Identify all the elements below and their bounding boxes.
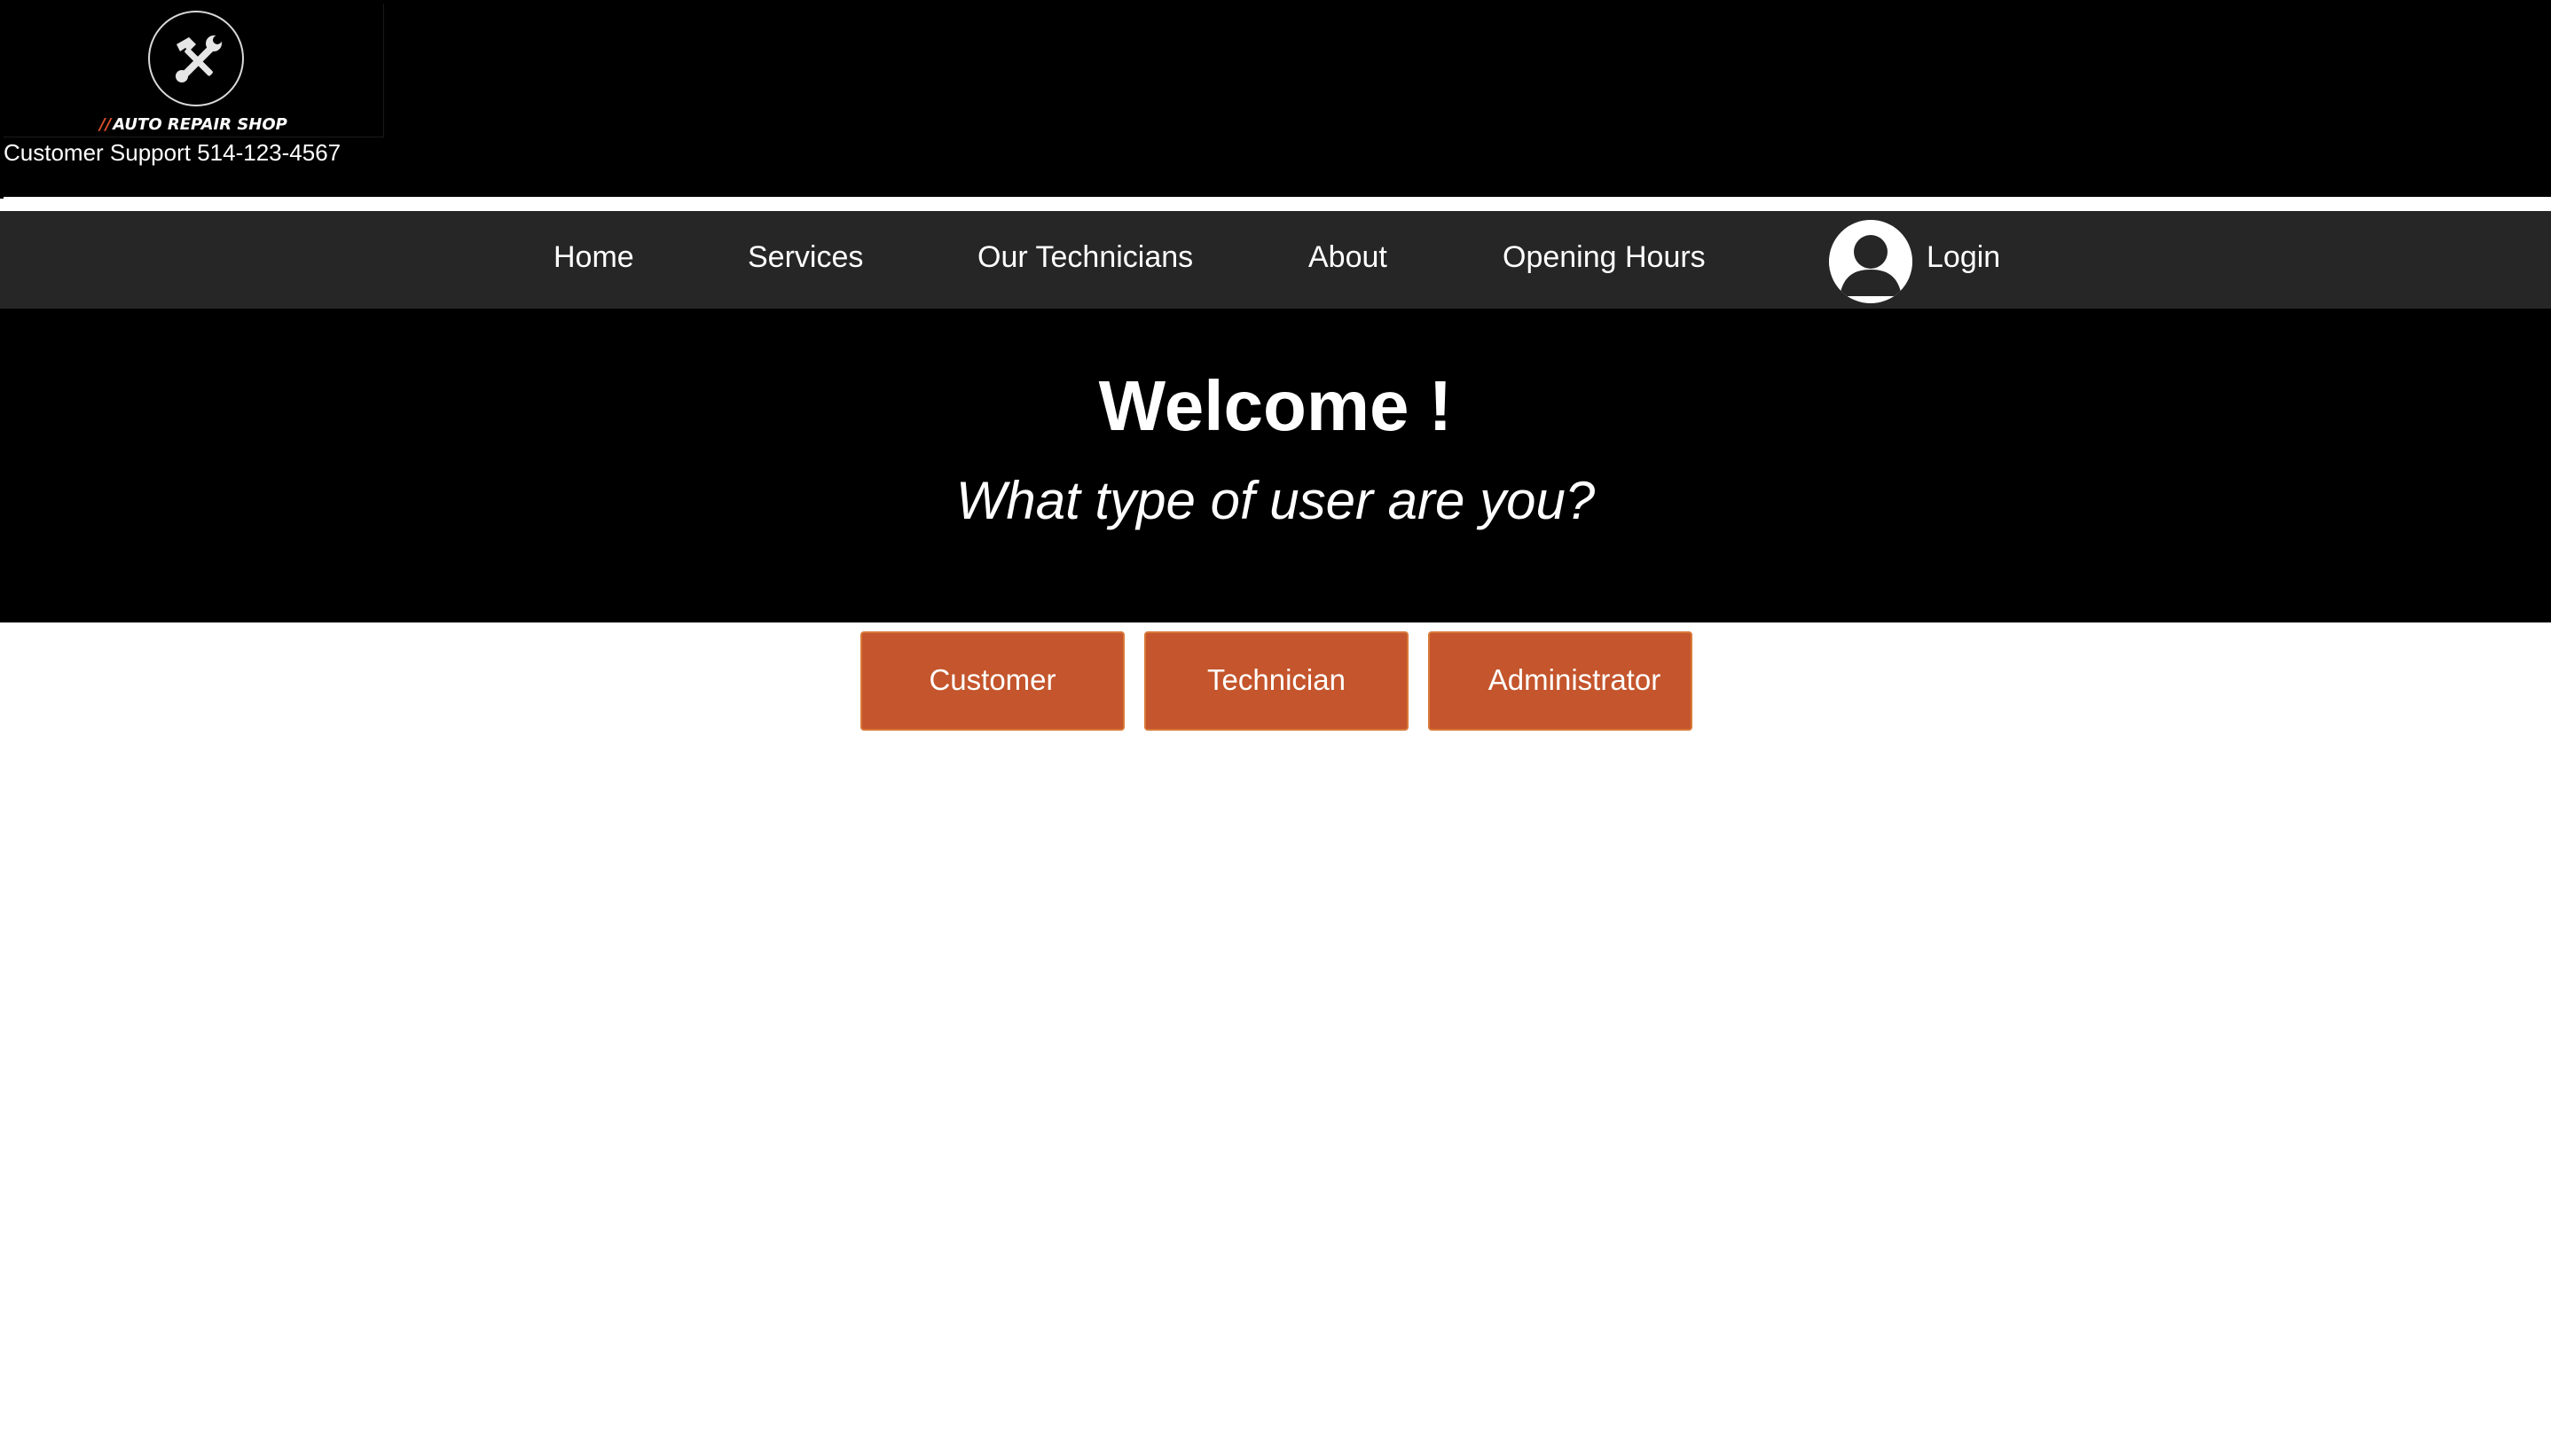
nav-services[interactable]: Services	[748, 211, 863, 309]
hammer-wrench-icon	[176, 35, 222, 82]
customer-support-phone: Customer Support 514-123-4567	[4, 139, 341, 166]
nav-opening-hours[interactable]: Opening Hours	[1503, 211, 1706, 309]
user-type-question: What type of user are you?	[955, 471, 1596, 530]
nav-home[interactable]: Home	[553, 211, 634, 309]
header-divider-bottom	[4, 204, 2551, 207]
user-avatar-icon[interactable]	[1829, 220, 1912, 303]
logo-slashes: //	[99, 115, 112, 134]
header-divider-top	[4, 197, 2551, 200]
technician-button[interactable]: Technician	[1144, 631, 1409, 731]
nav-our-technicians[interactable]: Our Technicians	[977, 211, 1193, 309]
administrator-button[interactable]: Administrator	[1428, 631, 1692, 731]
logo-name: AUTO REPAIR SHOP	[113, 115, 287, 134]
nav-about[interactable]: About	[1308, 211, 1387, 309]
top-header: //AUTO REPAIR SHOP Customer Support 514-…	[0, 0, 2551, 207]
logo-emblem	[148, 11, 244, 106]
welcome-hero: Welcome ! What type of user are you?	[0, 309, 2551, 622]
shop-logo[interactable]: //AUTO REPAIR SHOP	[4, 4, 384, 137]
main-navbar: Home Services Our Technicians About Open…	[0, 211, 2551, 309]
logo-text: //AUTO REPAIR SHOP	[4, 115, 383, 134]
customer-button[interactable]: Customer	[860, 631, 1125, 731]
nav-login[interactable]: Login	[1927, 211, 2000, 309]
welcome-title: Welcome !	[1098, 366, 1453, 445]
